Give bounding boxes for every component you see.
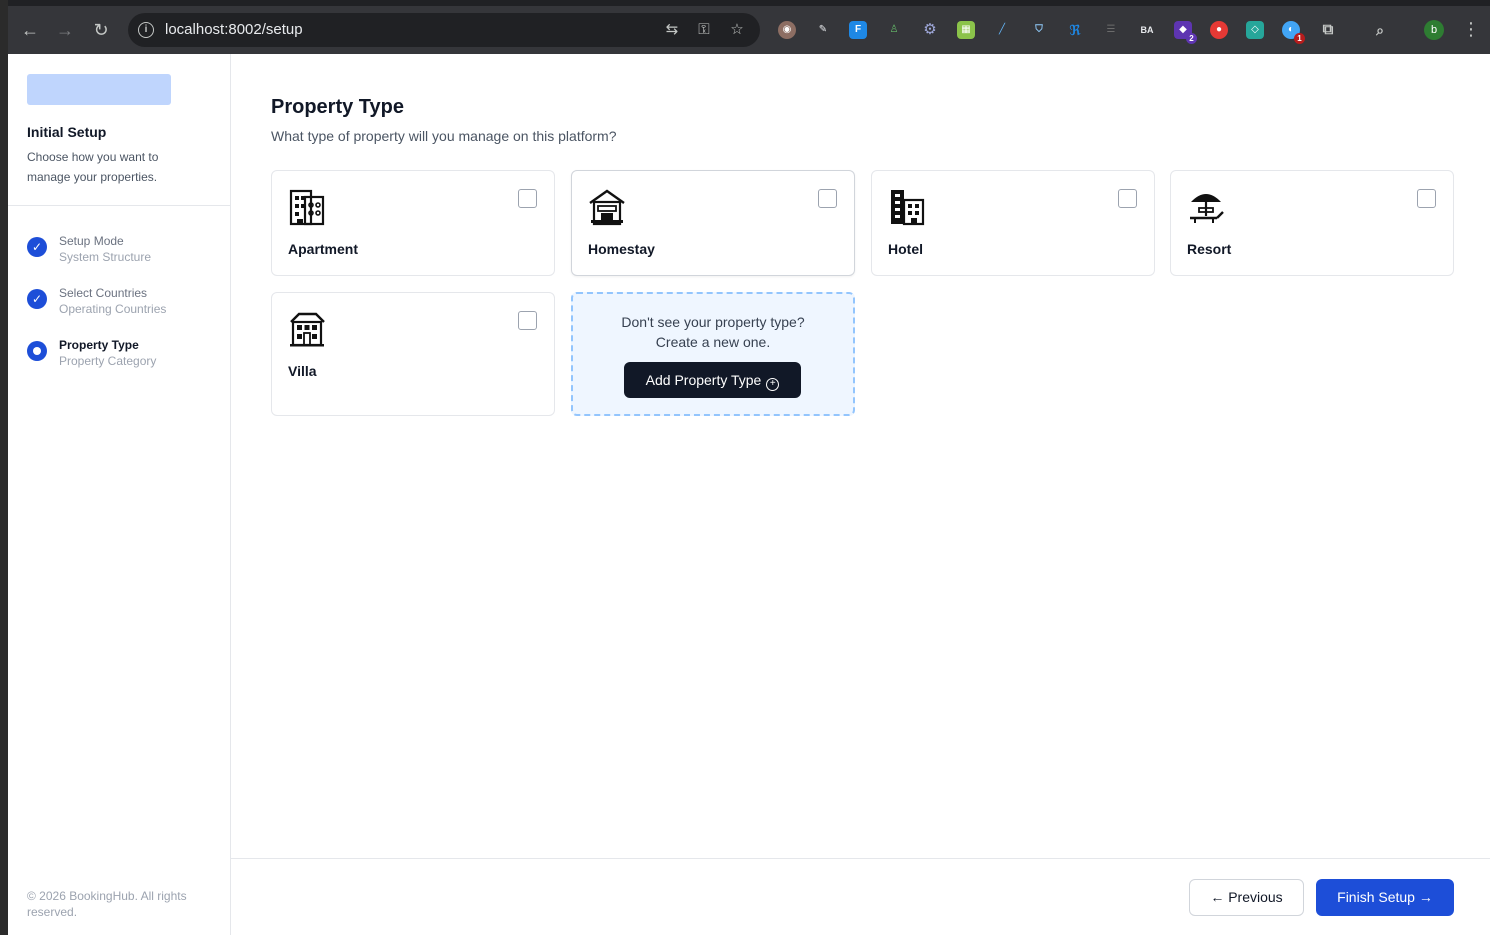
extension-icon[interactable]: ▦	[957, 21, 975, 39]
step-select-countries[interactable]: ✓ Select Countries Operating Countries	[27, 286, 217, 320]
step-title: Setup Mode	[59, 234, 124, 248]
plus-circle-icon: +	[766, 378, 780, 391]
extension-icon[interactable]: ◐ 1	[1282, 21, 1305, 44]
homestay-checkbox[interactable]	[818, 189, 837, 208]
bookmark-star-icon[interactable]: ☆	[728, 21, 746, 39]
previous-button[interactable]: ← Previous	[1189, 879, 1304, 916]
step-subtitle: Operating Countries	[59, 302, 167, 316]
key-icon[interactable]: ⚿	[695, 21, 713, 39]
profile-avatar[interactable]: b	[1424, 20, 1444, 40]
reload-icon[interactable]: ↻	[89, 18, 113, 42]
logo-placeholder	[27, 74, 171, 105]
hotel-checkbox[interactable]	[1118, 189, 1137, 208]
extension-icon[interactable]: BA	[1138, 21, 1156, 39]
site-info-icon[interactable]: i	[138, 22, 154, 38]
extension-icon[interactable]: ℜ	[1066, 21, 1084, 39]
apartment-building-icon	[289, 189, 325, 226]
extensions-puzzle-icon[interactable]: ⧉	[1319, 21, 1337, 39]
add-property-type-label: Add Property Type	[645, 372, 762, 388]
property-card-label: Homestay	[588, 241, 655, 257]
property-card-label: Resort	[1187, 241, 1232, 257]
page-subtitle: What type of property will you manage on…	[271, 128, 617, 144]
step-title: Property Type	[59, 338, 139, 352]
gear-extension-icon[interactable]: ⚙	[921, 21, 939, 39]
eyedropper-icon[interactable]: ✎	[814, 21, 832, 39]
extension-icon[interactable]: ◆ 2	[1174, 21, 1197, 44]
current-step-icon	[27, 341, 47, 361]
tab-strip	[0, 0, 1490, 6]
add-prompt-line-1: Don't see your property type?	[621, 314, 805, 330]
browser-menu-icon[interactable]: ⋮	[1462, 18, 1480, 42]
add-property-prompt: Don't see your property type? Create a n…	[573, 312, 853, 352]
footer-divider	[231, 858, 1490, 859]
resort-checkbox[interactable]	[1417, 189, 1436, 208]
back-icon[interactable]: ←	[18, 18, 42, 42]
step-setup-mode[interactable]: ✓ Setup Mode System Structure	[27, 234, 217, 268]
step-property-type[interactable]: Property Type Property Category	[27, 338, 217, 372]
extension-badge: 2	[1186, 33, 1197, 44]
sidebar-description: Choose how you want to manage your prope…	[27, 150, 159, 184]
translate-icon[interactable]: ⇆	[663, 21, 681, 39]
resort-umbrella-icon	[1190, 194, 1224, 223]
extension-icon[interactable]: ◇	[1246, 21, 1264, 39]
step-subtitle: System Structure	[59, 250, 152, 264]
homestay-house-icon	[589, 189, 625, 226]
sidebar-copyright: © 2026 BookingHub. All rights reserved.	[27, 889, 187, 919]
extension-icon[interactable]: ╱	[993, 21, 1011, 39]
extension-icon[interactable]: ●	[1210, 21, 1228, 39]
hotel-building-icon	[891, 190, 925, 226]
property-card-label: Apartment	[288, 241, 359, 257]
tab-search-icon[interactable]: ⌕	[1371, 21, 1389, 39]
villa-house-icon	[290, 312, 325, 347]
add-property-type-button[interactable]: Add Property Type +	[624, 362, 801, 398]
apartment-checkbox[interactable]	[518, 189, 537, 208]
property-card-label: Villa	[288, 363, 317, 379]
property-card-villa[interactable]: Villa	[271, 292, 555, 416]
setup-page: Initial Setup Choose how you want to man…	[8, 54, 1490, 935]
villa-checkbox[interactable]	[518, 311, 537, 330]
property-card-homestay[interactable]: Homestay	[571, 170, 855, 276]
extension-icon[interactable]: ☰	[1102, 21, 1120, 39]
browser-toolbar: ← → ↻ i localhost:8002/setup ⇆ ⚿ ☆ ◉ ✎ F…	[0, 0, 1490, 54]
check-icon: ✓	[27, 289, 47, 309]
step-title: Select Countries	[59, 286, 148, 300]
property-card-apartment[interactable]: Apartment	[271, 170, 555, 276]
add-property-type-card: Don't see your property type? Create a n…	[571, 292, 855, 416]
sidebar-title: Initial Setup	[27, 124, 107, 140]
finish-setup-button[interactable]: Finish Setup →	[1316, 879, 1454, 916]
sidebar-divider	[8, 205, 230, 206]
forward-icon[interactable]: →	[53, 18, 77, 42]
address-url[interactable]: localhost:8002/setup	[165, 21, 303, 38]
add-prompt-line-2: Create a new one.	[655, 334, 771, 350]
property-card-hotel[interactable]: Hotel	[871, 170, 1155, 276]
setup-sidebar: Initial Setup Choose how you want to man…	[8, 54, 231, 935]
address-bar[interactable]: i localhost:8002/setup ⇆ ⚿ ☆	[128, 13, 760, 47]
extension-icon[interactable]: F	[849, 21, 867, 39]
window-edge	[0, 0, 8, 935]
property-card-label: Hotel	[888, 241, 923, 257]
extension-badge: 1	[1294, 33, 1305, 44]
page-title: Property Type	[271, 96, 404, 118]
extension-icon[interactable]: ◉	[778, 21, 796, 39]
extension-icon[interactable]: ♙	[885, 21, 903, 39]
shield-icon[interactable]: ⛉	[1030, 21, 1048, 39]
check-icon: ✓	[27, 237, 47, 257]
property-card-resort[interactable]: Resort	[1170, 170, 1454, 276]
step-subtitle: Property Category	[59, 354, 157, 368]
